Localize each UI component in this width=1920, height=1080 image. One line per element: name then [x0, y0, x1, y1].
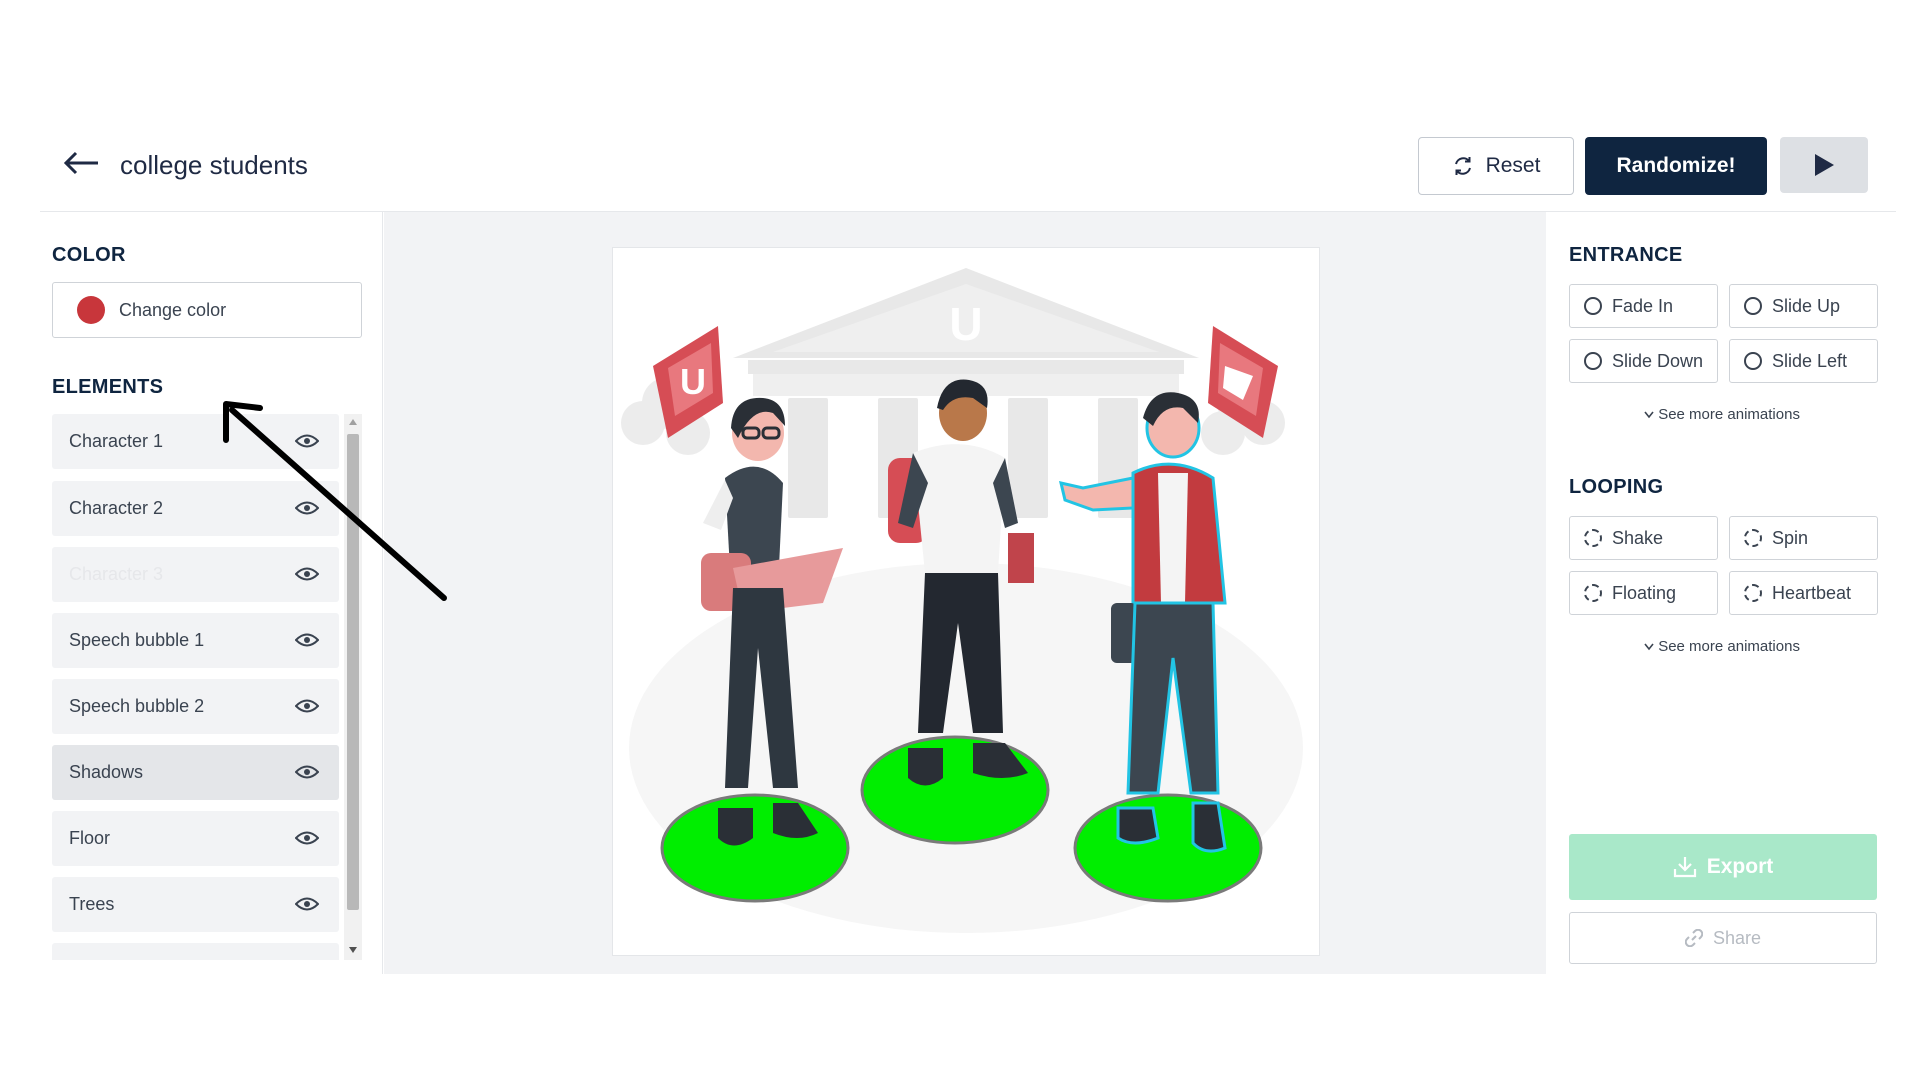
eye-icon[interactable] [295, 498, 319, 518]
eye-icon[interactable] [295, 630, 319, 650]
element-item-shadows[interactable]: Shadows [52, 745, 339, 800]
elements-list: Character 1 Character 2 Character 3 Spee… [52, 414, 362, 960]
reset-label: Reset [1485, 154, 1541, 177]
loop-icon [1744, 529, 1762, 547]
entrance-option-slide-down[interactable]: Slide Down [1569, 339, 1718, 383]
element-label: Trees [69, 894, 115, 914]
element-label: Shadows [69, 762, 144, 782]
college-students-illustration[interactable]: U U [613, 248, 1319, 955]
looping-option-label: Heartbeat [1772, 582, 1852, 603]
right-panel: ENTRANCE Fade In Slide Up Slide Down Sli… [1547, 212, 1896, 974]
download-icon [1673, 857, 1696, 878]
arrow-left-icon[interactable] [62, 150, 102, 176]
looping-see-more-label: See more animations [1658, 638, 1800, 655]
entrance-option-label: Fade In [1612, 295, 1674, 316]
element-item-speech-bubble-1[interactable]: Speech bubble 1 [52, 613, 339, 668]
looping-option-floating[interactable]: Floating [1569, 571, 1718, 615]
looping-option-spin[interactable]: Spin [1729, 516, 1878, 560]
entrance-option-fade-in[interactable]: Fade In [1569, 284, 1718, 328]
link-icon [1684, 929, 1703, 947]
element-item-trees[interactable]: Trees [52, 877, 339, 932]
floor-disc-3 [1073, 793, 1263, 903]
color-swatch [77, 296, 105, 324]
element-item-speech-bubble-2[interactable]: Speech bubble 2 [52, 679, 339, 734]
floor-disc-2 [860, 735, 1050, 845]
play-button[interactable] [1780, 137, 1868, 193]
looping-section-title: LOOPING [1569, 476, 1664, 498]
eye-icon[interactable] [295, 762, 319, 782]
play-icon [1815, 154, 1834, 176]
element-label: Character 1 [69, 431, 164, 451]
entrance-option-label: Slide Up [1772, 295, 1841, 316]
element-label: Character 3 [69, 564, 164, 584]
loop-icon [1584, 529, 1602, 547]
entrance-see-more-link[interactable]: See more animations [1567, 406, 1877, 423]
radio-icon [1584, 352, 1602, 370]
element-item-character-3[interactable]: Character 3 [52, 547, 339, 602]
change-color-label: Change color [119, 299, 227, 320]
looping-option-label: Shake [1612, 527, 1664, 548]
refresh-icon [1454, 157, 1471, 175]
floor-disc-1 [660, 793, 850, 903]
element-item-character-2[interactable]: Character 2 [52, 481, 339, 536]
element-item-partial[interactable] [52, 943, 339, 960]
elements-scrollbar[interactable] [344, 414, 362, 960]
randomize-button[interactable]: Randomize! [1585, 137, 1767, 195]
looping-option-label: Floating [1612, 582, 1677, 603]
looping-see-more-link[interactable]: See more animations [1567, 638, 1877, 655]
entrance-option-label: Slide Down [1612, 350, 1704, 371]
speech-bubble-1-letter: U [680, 361, 706, 402]
eye-icon[interactable] [295, 564, 319, 584]
scroll-up-icon[interactable] [348, 418, 358, 426]
reset-button[interactable]: Reset [1418, 137, 1574, 195]
share-button[interactable]: Share [1569, 912, 1877, 964]
radio-icon [1744, 297, 1762, 315]
editor-header: college students Reset Randomize! [40, 120, 1896, 212]
scroll-down-icon[interactable] [348, 946, 358, 954]
change-color-button[interactable]: Change color [52, 282, 362, 338]
entrance-option-label: Slide Left [1772, 350, 1848, 371]
chevron-down-icon [1644, 643, 1654, 651]
radio-icon [1584, 297, 1602, 315]
eye-icon[interactable] [295, 696, 319, 716]
color-section-title: COLOR [52, 244, 126, 266]
eye-icon[interactable] [295, 894, 319, 914]
eye-icon[interactable] [295, 431, 319, 451]
radio-icon [1744, 352, 1762, 370]
scroll-thumb[interactable] [347, 434, 359, 910]
loop-icon [1744, 584, 1762, 602]
entrance-see-more-label: See more animations [1658, 406, 1800, 423]
entrance-option-slide-up[interactable]: Slide Up [1729, 284, 1878, 328]
building-letter: U [949, 298, 982, 350]
export-button[interactable]: Export [1569, 834, 1877, 900]
entrance-section-title: ENTRANCE [1569, 244, 1683, 266]
share-label: Share [1712, 927, 1762, 948]
chevron-down-icon [1644, 411, 1654, 419]
entrance-option-slide-left[interactable]: Slide Left [1729, 339, 1878, 383]
element-label: Character 2 [69, 498, 164, 518]
loop-icon [1584, 584, 1602, 602]
element-item-floor[interactable]: Floor [52, 811, 339, 866]
looping-option-heartbeat[interactable]: Heartbeat [1729, 571, 1878, 615]
left-panel: COLOR Change color ELEMENTS Character 1 … [40, 212, 383, 974]
element-label: Speech bubble 2 [69, 696, 205, 716]
looping-option-label: Spin [1772, 527, 1809, 548]
element-item-character-1[interactable]: Character 1 [52, 414, 339, 469]
elements-section-title: ELEMENTS [52, 376, 164, 398]
looping-option-shake[interactable]: Shake [1569, 516, 1718, 560]
page-title: college students [120, 150, 308, 180]
element-label: Floor [69, 828, 111, 848]
eye-icon[interactable] [295, 828, 319, 848]
canvas-area: U U [384, 212, 1546, 974]
artboard[interactable]: U U [612, 247, 1320, 956]
export-label: Export [1706, 855, 1774, 878]
element-label: Speech bubble 1 [69, 630, 205, 650]
